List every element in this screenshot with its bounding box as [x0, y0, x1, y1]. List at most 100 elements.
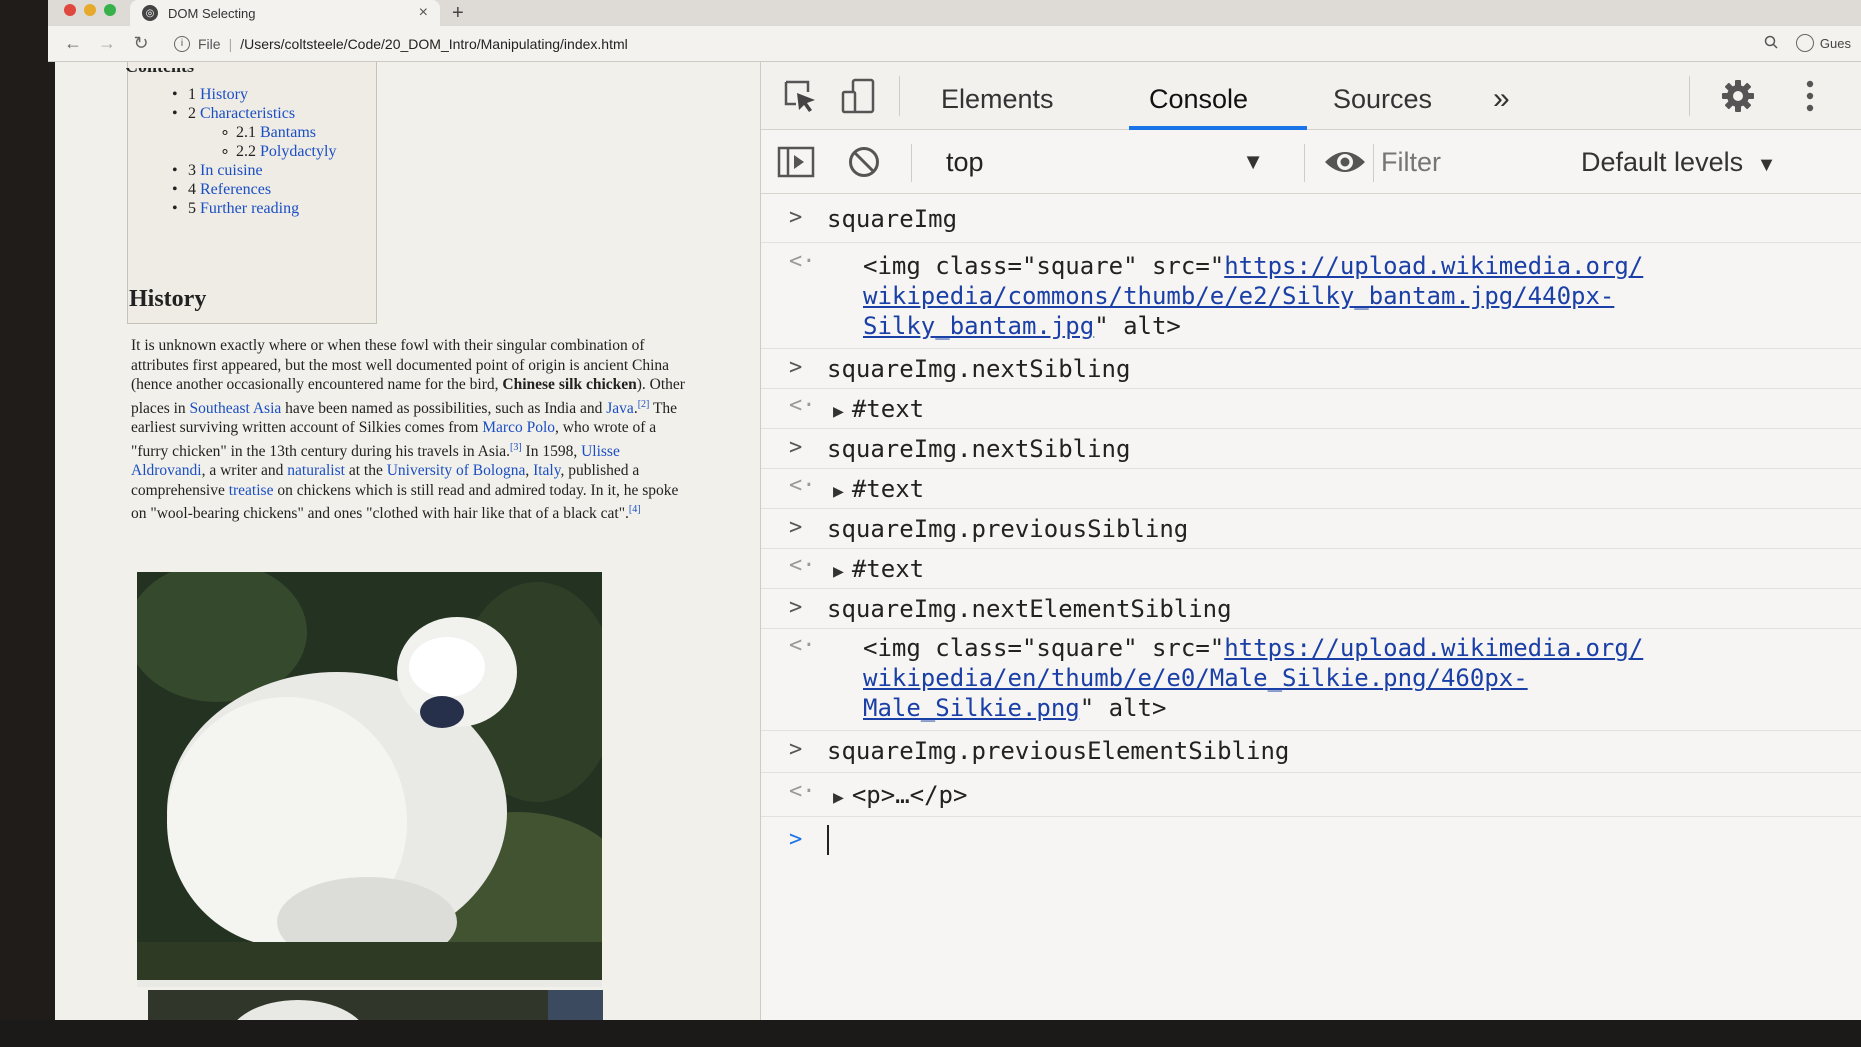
settings-gear-icon[interactable]: [1719, 77, 1757, 115]
expand-triangle-icon[interactable]: ▶: [833, 401, 844, 422]
minimize-window-button[interactable]: [84, 4, 96, 16]
toc-item-references[interactable]: 4References: [172, 180, 336, 199]
chevron-down-icon: ▼: [1756, 154, 1777, 176]
console-result-row: <· <img class="square" src="https://uplo…: [761, 243, 1861, 349]
result-link[interactable]: https://upload.wikimedia.org/: [1224, 634, 1643, 662]
more-tabs-icon[interactable]: »: [1493, 62, 1510, 130]
close-window-button[interactable]: [64, 4, 76, 16]
second-chicken-image: [148, 990, 603, 1020]
browser-tab[interactable]: ◎ DOM Selecting ×: [130, 0, 440, 26]
result-arrow-icon: <·: [789, 633, 816, 658]
profile-button[interactable]: Gues: [1795, 34, 1851, 52]
link-university-bologna[interactable]: University of Bologna: [387, 462, 526, 479]
result-link[interactable]: Male_Silkie.png: [863, 694, 1080, 722]
result-link[interactable]: Silky_bantam.jpg: [863, 312, 1094, 340]
forward-arrow-icon[interactable]: →: [90, 33, 124, 54]
console-output: > squareImg <· <img class="square" src="…: [761, 195, 1861, 1020]
live-expression-eye-icon[interactable]: [1323, 143, 1367, 181]
log-levels-dropdown[interactable]: Default levels ▼: [1581, 140, 1776, 184]
devtools-toolbar: Elements Console Sources »: [761, 62, 1861, 130]
tab-console[interactable]: Console: [1149, 62, 1248, 130]
console-input-row: > squareImg.nextSibling: [761, 349, 1861, 389]
link-marco-polo[interactable]: Marco Polo: [482, 419, 555, 436]
table-of-contents: 1History 2Characteristics 2.1Bantams 2.2…: [127, 62, 377, 324]
toc-item-further-reading[interactable]: 5Further reading: [172, 199, 336, 218]
toc-link[interactable]: Further reading: [200, 200, 299, 217]
context-value: top: [946, 147, 984, 177]
ref-4[interactable]: [4]: [629, 504, 641, 515]
ref-3[interactable]: [3]: [510, 442, 522, 453]
console-prompt[interactable]: >: [761, 817, 1861, 867]
tab-elements[interactable]: Elements: [941, 62, 1054, 130]
console-input[interactable]: [827, 825, 829, 855]
tab-close-icon[interactable]: ×: [419, 4, 428, 22]
console-command[interactable]: squareImg: [827, 205, 957, 233]
reload-icon[interactable]: ↻: [124, 33, 158, 54]
device-toolbar-icon[interactable]: [839, 77, 877, 115]
toc-item-bantams[interactable]: 2.1Bantams: [172, 123, 336, 142]
url-separator: |: [228, 35, 233, 52]
context-selector[interactable]: top ▼: [946, 140, 1286, 184]
link-java[interactable]: Java: [606, 400, 634, 417]
toc-link[interactable]: Polydactyly: [260, 143, 336, 160]
result-link[interactable]: https://upload.wikimedia.org/: [1224, 252, 1643, 280]
webpage-content: 1History 2Characteristics 2.1Bantams 2.2…: [55, 62, 760, 1020]
maximize-window-button[interactable]: [104, 4, 116, 16]
url-path[interactable]: /Users/coltsteele/Code/20_DOM_Intro/Mani…: [240, 36, 628, 52]
zoom-icon[interactable]: [1764, 35, 1778, 52]
more-options-icon[interactable]: [1791, 77, 1829, 115]
link-treatise[interactable]: treatise: [229, 482, 274, 499]
tab-sources[interactable]: Sources: [1333, 62, 1432, 130]
browser-tab-strip: ◎ DOM Selecting × +: [48, 0, 1861, 26]
console-result: <img class="square" src="https://upload.…: [863, 634, 1644, 722]
toc-link[interactable]: History: [200, 86, 248, 103]
history-paragraph: It is unknown exactly where or when thes…: [131, 337, 685, 523]
toc-item-cuisine[interactable]: 3In cuisine: [172, 161, 336, 180]
link-italy[interactable]: Italy: [533, 462, 560, 479]
toc-link[interactable]: Bantams: [260, 124, 316, 141]
devtools-panel: Elements Console Sources » top ▼ Filter …: [760, 62, 1861, 1020]
console-result-row: <· <img class="square" src="https://uplo…: [761, 629, 1861, 731]
expand-triangle-icon[interactable]: ▶: [833, 481, 844, 502]
result-link[interactable]: wikipedia/commons/thumb/e/e2/Silky_banta…: [863, 282, 1614, 310]
toc-link[interactable]: Characteristics: [200, 105, 295, 122]
result-link[interactable]: wikipedia/en/thumb/e/e0/Male_Silkie.png/…: [863, 664, 1528, 692]
show-sidebar-icon[interactable]: [777, 143, 815, 181]
console-result[interactable]: ▶ #text: [833, 475, 924, 503]
filter-input[interactable]: [1381, 140, 1521, 184]
toc-item-polydactyly[interactable]: 2.2Polydactyly: [172, 142, 336, 161]
link-naturalist[interactable]: naturalist: [287, 462, 345, 479]
info-icon[interactable]: i: [174, 35, 190, 52]
console-command[interactable]: squareImg.nextSibling: [827, 355, 1130, 383]
console-result-row: <· ▶ #text: [761, 549, 1861, 589]
console-command[interactable]: squareImg.nextElementSibling: [827, 595, 1232, 623]
console-result[interactable]: ▶ #text: [833, 395, 924, 423]
new-tab-button[interactable]: +: [452, 0, 464, 26]
toc-item-history[interactable]: 1History: [172, 85, 336, 104]
chevron-down-icon: ▼: [1242, 149, 1264, 174]
inspect-element-icon[interactable]: [781, 77, 819, 115]
result-arrow-icon: <·: [789, 779, 816, 804]
back-arrow-icon[interactable]: ←: [56, 33, 90, 54]
console-command[interactable]: squareImg.nextSibling: [827, 435, 1130, 463]
ref-2[interactable]: [2]: [638, 399, 650, 410]
console-result-row: <· ▶ #text: [761, 389, 1861, 429]
toolbar-divider: [1689, 76, 1690, 116]
console-result[interactable]: ▶ #text: [833, 555, 924, 583]
clear-console-icon[interactable]: [845, 143, 883, 181]
toc-link[interactable]: References: [200, 181, 271, 198]
expand-triangle-icon[interactable]: ▶: [833, 561, 844, 582]
url-protocol: File: [198, 35, 221, 52]
link-southeast-asia[interactable]: Southeast Asia: [190, 400, 282, 417]
toc-item-characteristics[interactable]: 2Characteristics: [172, 104, 336, 123]
url-field[interactable]: i File | /Users/coltsteele/Code/20_DOM_I…: [174, 35, 628, 52]
console-input-row: > squareImg.previousElementSibling: [761, 731, 1861, 773]
profile-avatar-icon: [1795, 34, 1814, 52]
expand-triangle-icon[interactable]: ▶: [833, 787, 844, 808]
toc-link[interactable]: In cuisine: [200, 162, 263, 179]
console-result[interactable]: ▶ <p>…</p>: [833, 781, 967, 809]
console-command[interactable]: squareImg.previousElementSibling: [827, 737, 1289, 765]
prompt-chevron-icon: >: [789, 827, 803, 852]
console-command[interactable]: squareImg.previousSibling: [827, 515, 1188, 543]
prompt-chevron-icon: >: [789, 355, 803, 380]
